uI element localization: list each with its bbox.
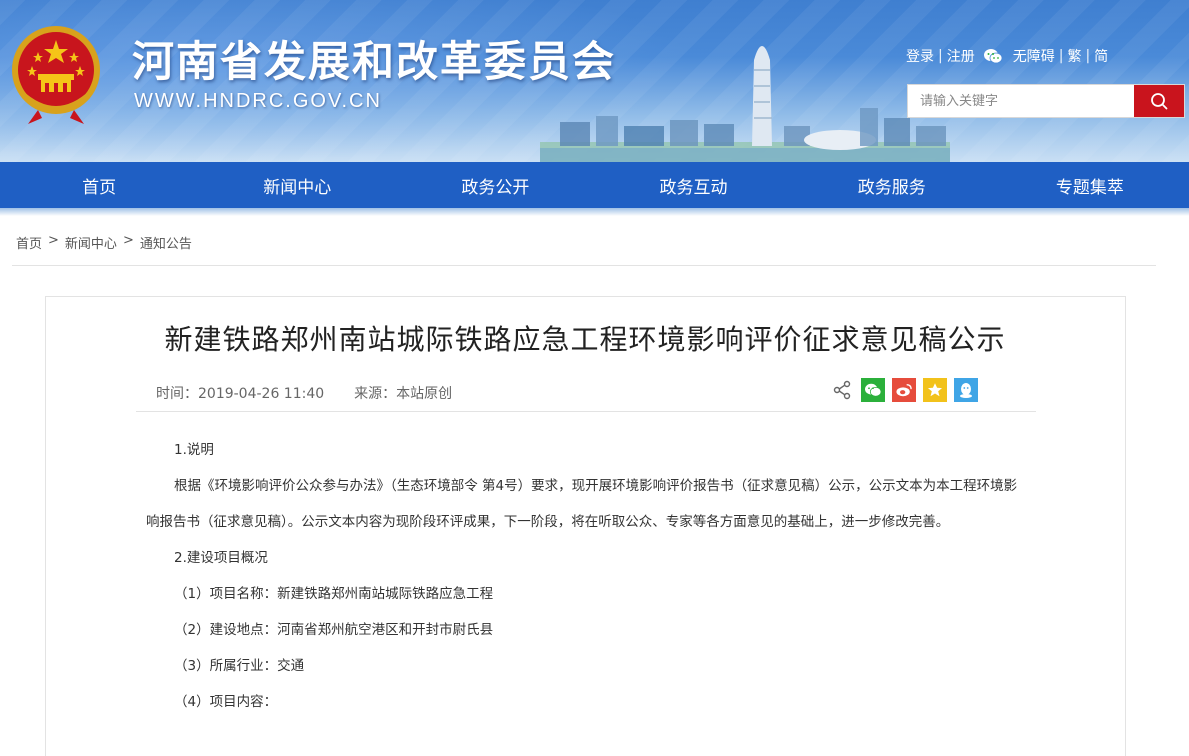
- login-link[interactable]: 登录: [906, 46, 934, 66]
- section-heading: 2.建设项目概况: [174, 550, 268, 566]
- wechat-share-icon[interactable]: [861, 378, 885, 402]
- simplified-chinese-link[interactable]: 简: [1094, 46, 1108, 66]
- site-url: WWW.HNDRC.GOV.CN: [134, 90, 382, 112]
- nav-item-news[interactable]: 新闻中心: [198, 173, 396, 198]
- section-heading: 1.说明: [174, 442, 214, 458]
- nav-item-government-affairs[interactable]: 政务公开: [396, 173, 594, 198]
- search-button[interactable]: [1134, 85, 1184, 117]
- city-skyline-image: [540, 46, 950, 162]
- breadcrumb-separator: >: [48, 233, 59, 248]
- separator: |: [938, 48, 943, 64]
- accessibility-link[interactable]: 无障碍: [1013, 46, 1055, 66]
- list-item: （1）项目名称：新建铁路郑州南站城际铁路应急工程: [174, 586, 494, 602]
- qq-share-icon[interactable]: [954, 378, 978, 402]
- article-meta: 时间：2019-04-26 11:40 来源：本站原创: [156, 383, 452, 403]
- separator: |: [1085, 48, 1091, 64]
- search-box: [907, 84, 1185, 118]
- register-link[interactable]: 注册: [947, 46, 975, 66]
- nav-shadow: [0, 208, 1189, 216]
- site-header: 河南省发展和改革委员会 WWW.HNDRC.GOV.CN 登录 | 注册 无障碍…: [0, 0, 1189, 162]
- breadcrumb-separator: >: [122, 233, 134, 248]
- traditional-chinese-link[interactable]: 繁: [1067, 46, 1081, 66]
- list-item: （3）所属行业：交通: [174, 658, 305, 674]
- search-icon: [1151, 93, 1168, 110]
- publish-time: 时间：2019-04-26 11:40: [156, 386, 325, 402]
- nav-item-home[interactable]: 首页: [0, 173, 198, 198]
- divider: [12, 265, 1156, 266]
- weibo-share-icon[interactable]: [892, 378, 916, 402]
- article-source: 来源：本站原创: [354, 386, 453, 402]
- share-icon[interactable]: [830, 378, 854, 402]
- breadcrumb-notices[interactable]: 通知公告: [140, 233, 192, 252]
- favorite-star-icon[interactable]: [923, 378, 947, 402]
- main-nav: 首页 新闻中心 政务公开 政务互动 政务服务 专题集萃: [0, 162, 1189, 208]
- article-title: 新建铁路郑州南站城际铁路应急工程环境影响评价征求意见稿公示: [164, 323, 1006, 356]
- top-links: 登录 | 注册 无障碍 | 繁 | 简: [906, 46, 1108, 66]
- share-bar: [830, 378, 978, 402]
- article-body: 1.说明 根据《环境影响评价公众参与办法》（生态环境部令 第4号）要求，现开展环…: [146, 432, 1026, 720]
- separator: |: [1058, 48, 1064, 64]
- paragraph: 根据《环境影响评价公众参与办法》（生态环境部令 第4号）要求，现开展环境影响评价…: [146, 478, 1018, 530]
- nav-item-services[interactable]: 政务服务: [793, 173, 991, 198]
- nav-item-topics[interactable]: 专题集萃: [991, 173, 1189, 198]
- nav-item-interaction[interactable]: 政务互动: [595, 173, 793, 198]
- divider: [136, 411, 1036, 412]
- national-emblem-icon: [12, 26, 100, 124]
- breadcrumb-home[interactable]: 首页: [16, 233, 42, 252]
- search-input[interactable]: [908, 85, 1134, 117]
- list-item: （4）项目内容：: [174, 694, 278, 710]
- breadcrumb-news[interactable]: 新闻中心: [65, 233, 117, 252]
- wechat-icon[interactable]: [983, 47, 1003, 65]
- list-item: （2）建设地点：河南省郑州航空港区和开封市尉氏县: [174, 622, 494, 638]
- breadcrumb: 首页 > 新闻中心 > 通知公告: [16, 233, 192, 252]
